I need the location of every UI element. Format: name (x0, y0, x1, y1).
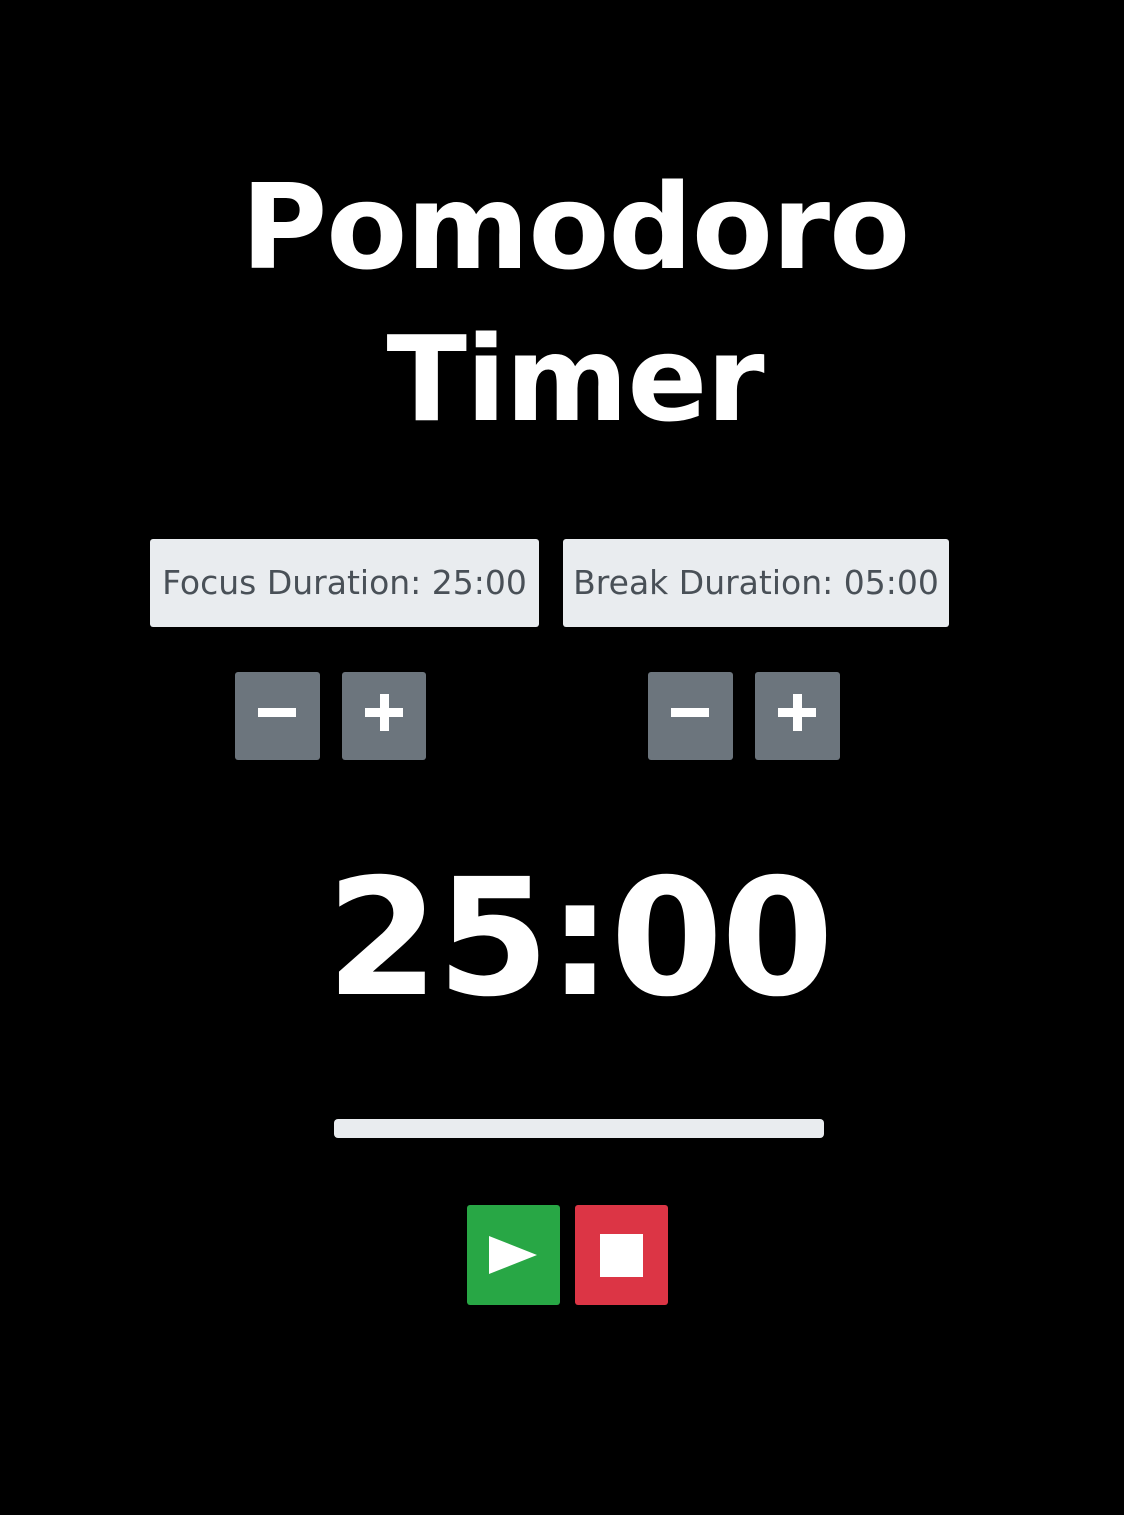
break-duration-display: Break Duration: 05:00 (563, 539, 949, 627)
minus-icon (235, 672, 320, 760)
progress-bar (334, 1119, 824, 1138)
stop-icon (600, 1234, 643, 1277)
minus-icon (648, 672, 733, 760)
play-button[interactable] (467, 1205, 560, 1305)
focus-duration-display: Focus Duration: 25:00 (150, 539, 539, 627)
focus-decrement-button[interactable] (235, 672, 320, 760)
title-line-2: Timer (386, 310, 764, 448)
focus-increment-button[interactable] (342, 672, 426, 760)
break-increment-button[interactable] (755, 672, 840, 760)
title-line-1: Pomodoro (240, 158, 910, 296)
timer-display: 25:00 (326, 845, 834, 1033)
break-decrement-button[interactable] (648, 672, 733, 760)
page-title: Pomodoro Timer (0, 151, 1124, 455)
stop-button[interactable] (575, 1205, 668, 1305)
plus-icon (755, 672, 840, 760)
plus-icon (342, 672, 426, 760)
play-icon (489, 1236, 537, 1274)
